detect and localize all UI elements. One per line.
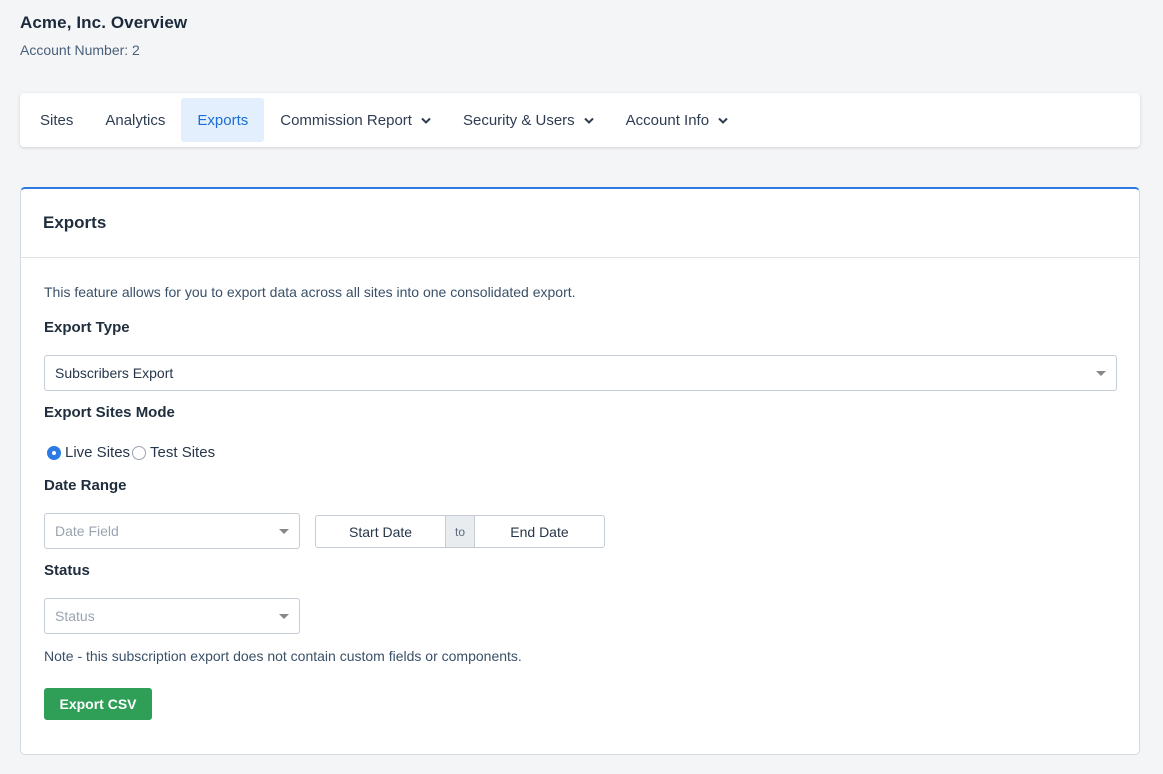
nav-analytics[interactable]: Analytics bbox=[89, 98, 181, 142]
nav-exports[interactable]: Exports bbox=[181, 98, 265, 142]
date-field-placeholder: Date Field bbox=[55, 523, 119, 539]
nav-security-users[interactable]: Security & Users bbox=[447, 98, 610, 142]
date-range-separator: to bbox=[445, 516, 475, 547]
nav-exports-label: Exports bbox=[197, 111, 249, 129]
top-navigation: Sites Analytics Exports Commission Repor… bbox=[20, 93, 1140, 147]
caret-down-icon bbox=[279, 614, 289, 619]
export-note: Note - this subscription export does not… bbox=[44, 648, 522, 664]
page-header: Acme, Inc. Overview Account Number: 2 bbox=[20, 13, 187, 58]
chevron-down-icon bbox=[583, 117, 594, 124]
export-sites-mode-label: Export Sites Mode bbox=[44, 404, 175, 421]
nav-analytics-label: Analytics bbox=[105, 111, 166, 129]
radio-live-sites[interactable]: Live Sites bbox=[47, 444, 130, 461]
status-select[interactable]: Status bbox=[44, 598, 300, 634]
date-range-picker: Start Date to End Date bbox=[315, 515, 605, 548]
radio-live-sites-label: Live Sites bbox=[65, 444, 131, 461]
radio-test-sites-indicator[interactable] bbox=[132, 445, 147, 460]
export-sites-mode-group: Live Sites Test Sites bbox=[47, 444, 217, 461]
status-placeholder: Status bbox=[55, 608, 95, 624]
end-date-input[interactable]: End Date bbox=[475, 516, 604, 547]
radio-test-sites[interactable]: Test Sites bbox=[132, 444, 215, 461]
export-type-select[interactable]: Subscribers Export bbox=[44, 355, 1117, 391]
chevron-down-icon bbox=[718, 117, 728, 124]
nav-sites[interactable]: Sites bbox=[24, 98, 89, 142]
nav-sites-label: Sites bbox=[40, 111, 74, 129]
caret-down-icon bbox=[279, 529, 289, 534]
exports-description: This feature allows for you to export da… bbox=[44, 284, 576, 300]
chevron-down-icon bbox=[421, 117, 431, 124]
status-label: Status bbox=[44, 562, 90, 579]
account-number: Account Number: 2 bbox=[20, 42, 140, 58]
card-title: Exports bbox=[21, 189, 1139, 258]
export-type-value: Subscribers Export bbox=[55, 365, 174, 381]
export-csv-button[interactable]: Export CSV bbox=[44, 688, 152, 720]
nav-account-info[interactable]: Account Info bbox=[610, 98, 744, 142]
caret-down-icon bbox=[1096, 371, 1106, 376]
page-title: Acme, Inc. Overview bbox=[20, 13, 188, 32]
date-field-select[interactable]: Date Field bbox=[44, 513, 300, 549]
exports-card: Exports This feature allows for you to e… bbox=[20, 187, 1140, 755]
date-range-label: Date Range bbox=[44, 477, 127, 494]
radio-test-sites-label: Test Sites bbox=[150, 444, 216, 461]
nav-commission-report[interactable]: Commission Report bbox=[264, 98, 447, 142]
nav-security-users-label: Security & Users bbox=[462, 111, 575, 129]
export-type-label: Export Type bbox=[44, 319, 130, 336]
radio-live-sites-indicator[interactable] bbox=[47, 445, 61, 460]
nav-commission-report-label: Commission Report bbox=[280, 111, 412, 129]
nav-account-info-label: Account Info bbox=[625, 111, 710, 129]
start-date-input[interactable]: Start Date bbox=[316, 516, 445, 547]
